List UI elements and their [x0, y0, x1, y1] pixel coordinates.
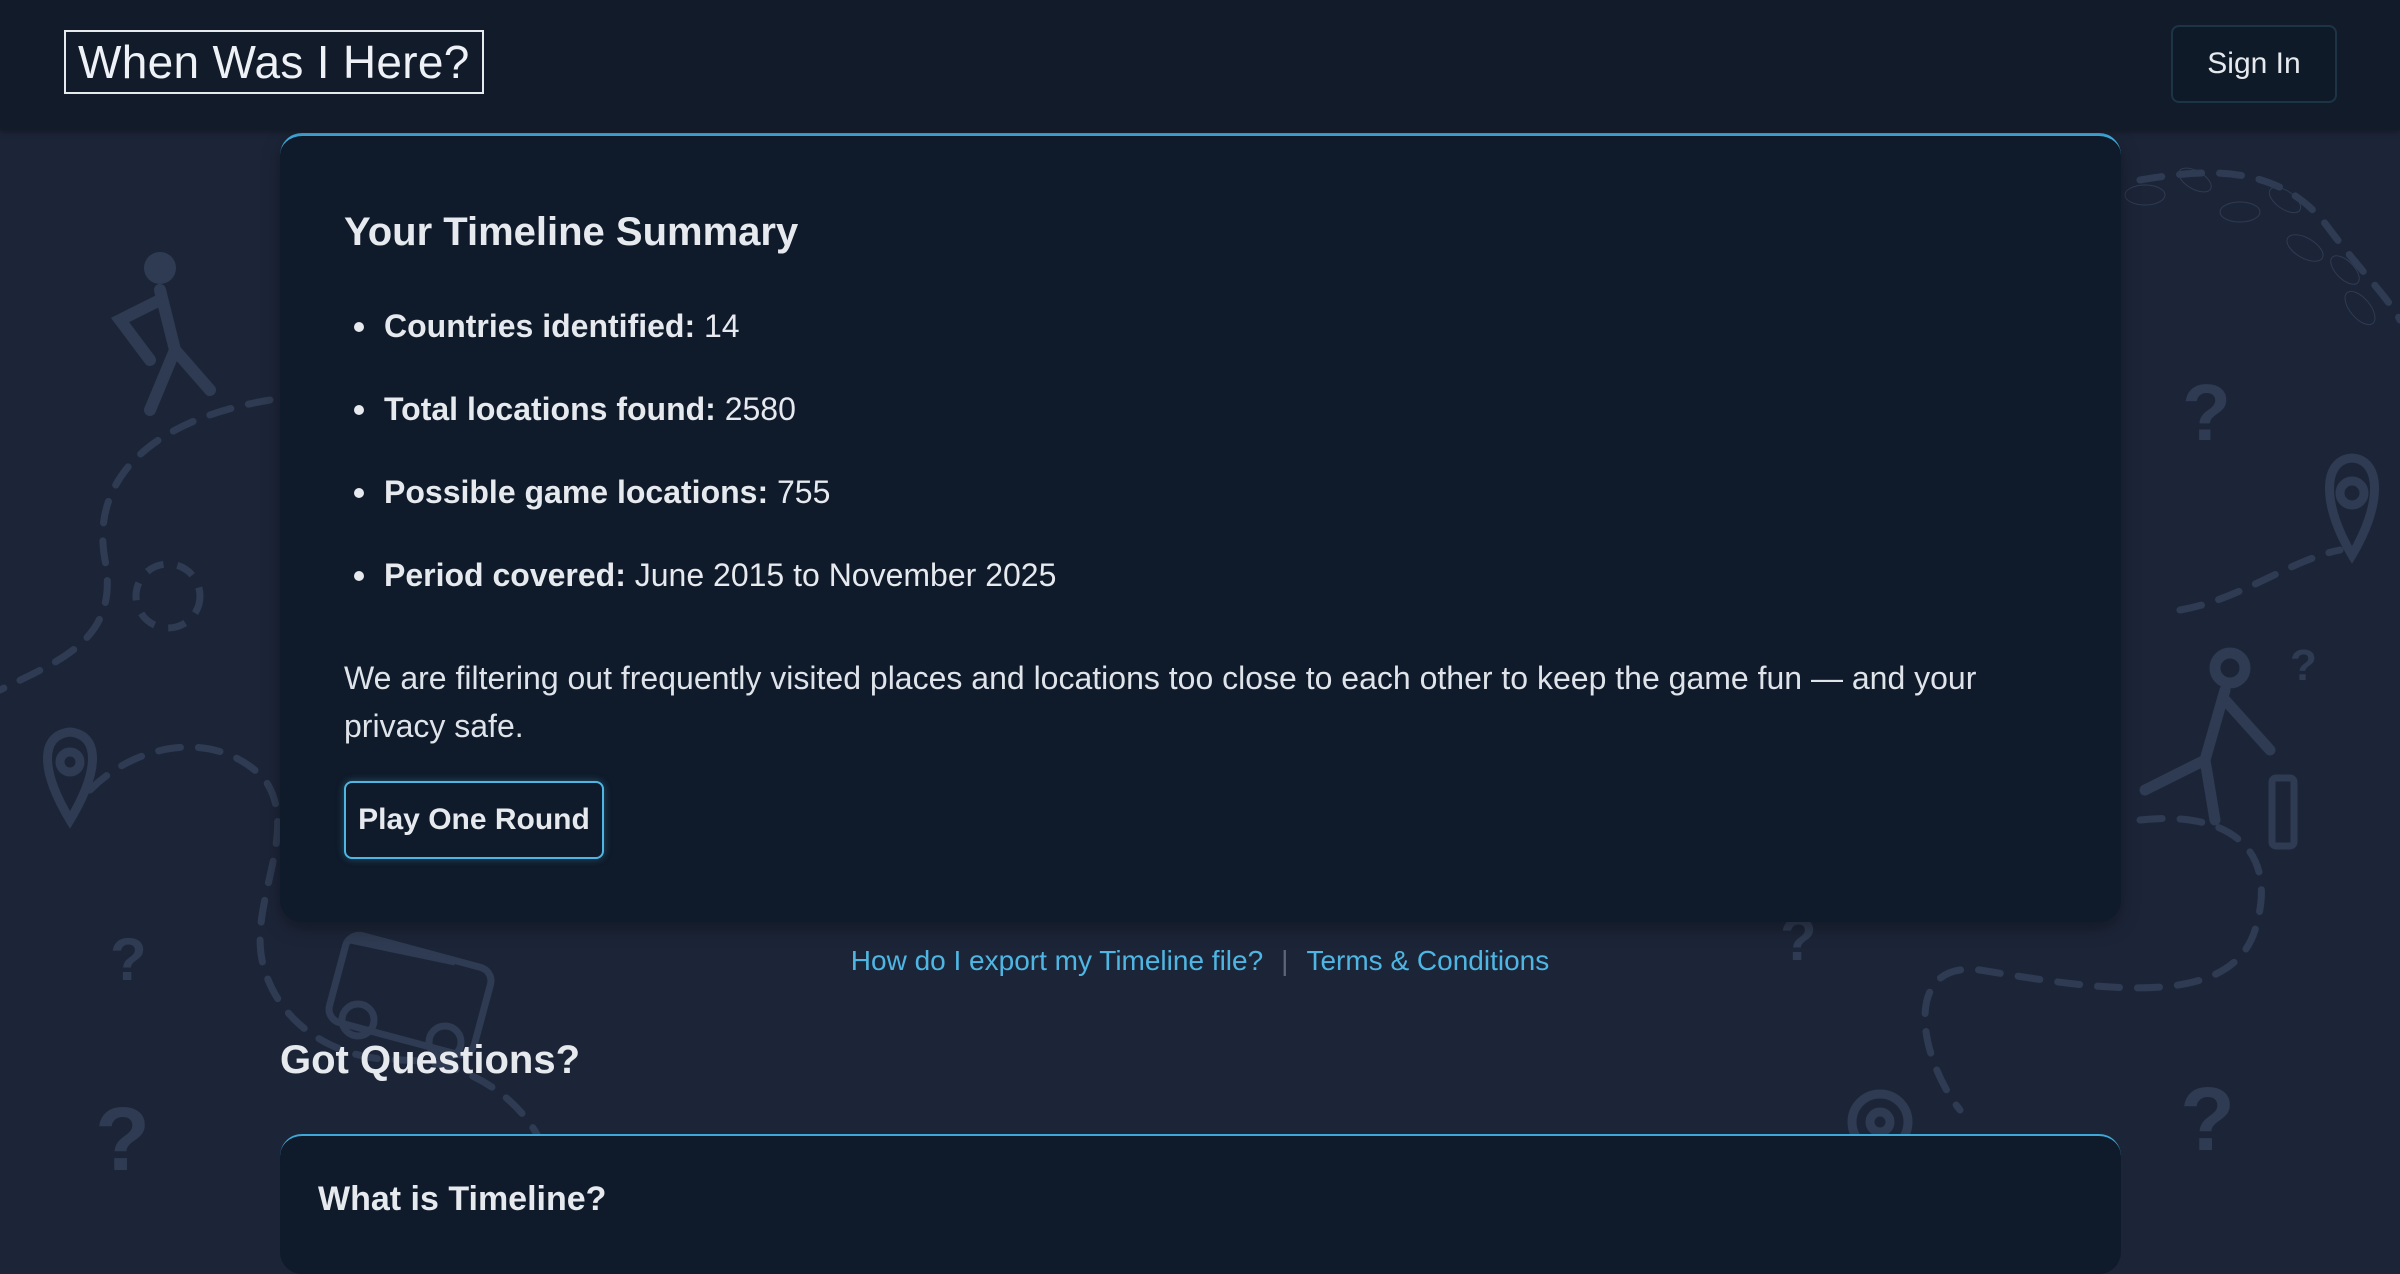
stat-value: June 2015 to November 2025: [634, 557, 1057, 593]
play-one-round-button[interactable]: Play One Round: [344, 781, 604, 859]
timeline-summary-card: Your Timeline Summary Countries identifi…: [280, 133, 2121, 922]
site-logo[interactable]: When Was I Here?: [64, 30, 484, 94]
stat-label: Possible game locations:: [384, 474, 777, 510]
traveller-icon: [2139, 647, 2298, 850]
svg-text:?: ?: [2182, 368, 2231, 457]
bullet-icon: [354, 322, 364, 332]
stat-label: Total locations found:: [384, 391, 725, 427]
terms-link[interactable]: Terms & Conditions: [1306, 945, 1549, 976]
bullet-icon: [354, 488, 364, 498]
export-help-link[interactable]: How do I export my Timeline file?: [851, 945, 1263, 976]
link-separator: |: [1281, 945, 1289, 976]
summary-stats-list: Countries identified: 14 Total locations…: [344, 306, 1056, 638]
stat-value: 2580: [724, 391, 796, 427]
hiker-icon: [110, 252, 216, 416]
privacy-note: We are filtering out frequently visited …: [344, 660, 1977, 744]
footer-links: How do I export my Timeline file? | Terms …: [0, 945, 2400, 977]
stat-countries: Countries identified: 14: [344, 306, 1056, 389]
stat-label: Period covered:: [384, 557, 635, 593]
stat-period: Period covered: June 2015 to November 20…: [344, 555, 1056, 638]
svg-text:?: ?: [2180, 1070, 2235, 1170]
stat-label: Countries identified:: [384, 308, 704, 344]
faq-title: Got Questions?: [280, 1038, 580, 1082]
summary-title: Your Timeline Summary: [344, 210, 799, 254]
bullet-icon: [354, 405, 364, 415]
stat-game-locations: Possible game locations: 755: [344, 472, 1056, 555]
sign-in-button[interactable]: Sign In: [2171, 25, 2337, 103]
faq-question[interactable]: What is Timeline?: [318, 1180, 606, 1219]
stat-value: 14: [704, 308, 740, 344]
stat-value: 755: [777, 474, 831, 510]
bullet-icon: [354, 571, 364, 581]
svg-text:?: ?: [95, 1090, 150, 1190]
svg-text:?: ?: [2290, 641, 2317, 690]
faq-item[interactable]: What is Timeline?: [280, 1134, 2121, 1274]
top-bar: When Was I Here? Sign In: [0, 0, 2400, 130]
stat-total-locations: Total locations found: 2580: [344, 389, 1056, 472]
